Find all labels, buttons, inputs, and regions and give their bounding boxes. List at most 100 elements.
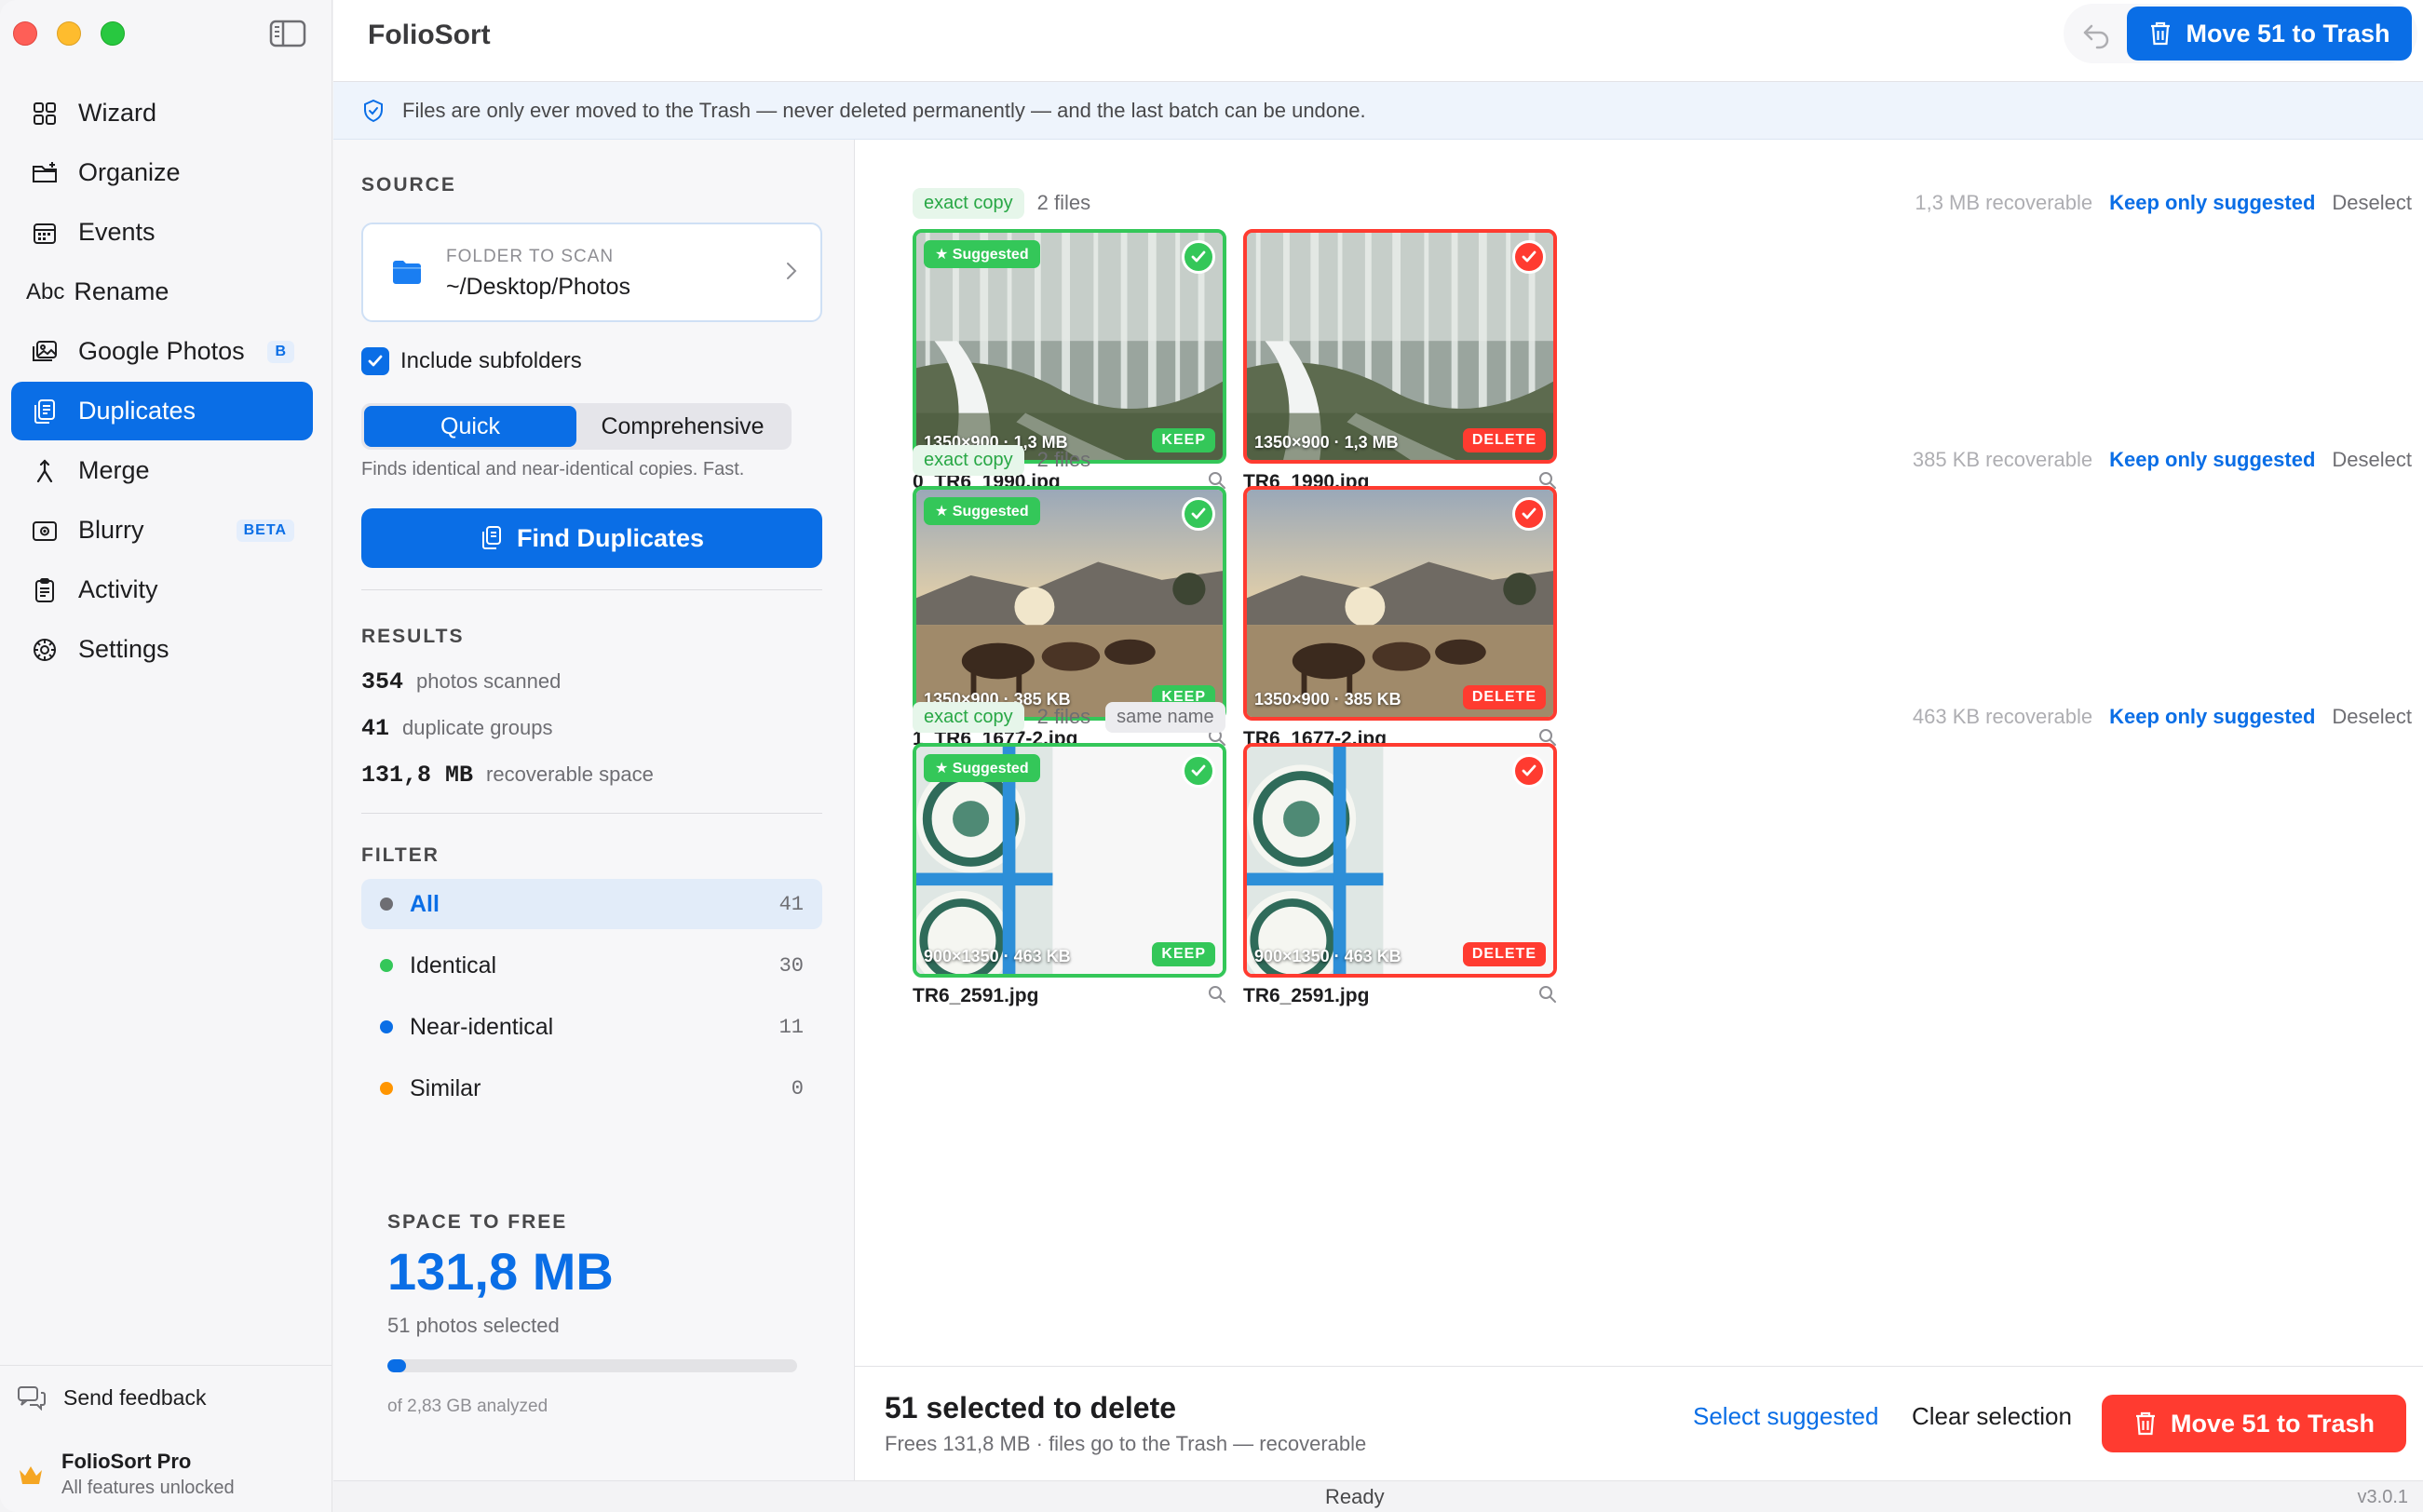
zoom-window-button[interactable] bbox=[101, 21, 125, 46]
sidebar-item-merge[interactable]: Merge bbox=[11, 441, 313, 500]
thumbnail-delete[interactable]: 1350×900 · 385 KB DELETE bbox=[1243, 486, 1557, 721]
deselect-button[interactable]: Deselect bbox=[2332, 191, 2412, 215]
sidebar-item-events[interactable]: Events bbox=[11, 203, 313, 262]
clipboard-icon bbox=[30, 575, 60, 605]
source-heading: SOURCE bbox=[361, 174, 456, 196]
sidebar-item-duplicates[interactable]: Duplicates bbox=[11, 382, 313, 440]
selected-check-icon[interactable] bbox=[1182, 497, 1215, 531]
selected-check-icon[interactable] bbox=[1182, 240, 1215, 274]
sidebar-item-blurry[interactable]: Blurry BETA bbox=[11, 501, 313, 560]
undo-icon[interactable] bbox=[2080, 19, 2112, 50]
stat-recoverable-space: 131,8 MB recoverable space bbox=[361, 762, 654, 789]
suggested-label: Suggested bbox=[952, 247, 1029, 263]
toolbar-actions: Move 51 to Trash bbox=[2064, 4, 2417, 63]
folder-add-icon bbox=[30, 158, 60, 188]
keep-only-suggested-button[interactable]: Keep only suggested bbox=[2109, 448, 2315, 472]
sidebar-item-rename[interactable]: Abc Rename bbox=[11, 263, 313, 321]
thumbnail-keep[interactable]: ★ Suggested 1350×900 · 385 KB KEEP bbox=[913, 486, 1226, 721]
sidebar-nav: Wizard Organize Events Abc Rename Google… bbox=[11, 84, 313, 680]
toolbar: FolioSort Move 51 to Trash bbox=[333, 0, 2423, 82]
shield-check-icon bbox=[364, 99, 383, 122]
image-dimensions: 900×1350 · 463 KB bbox=[1254, 947, 1401, 965]
stat-value: 354 bbox=[361, 668, 404, 695]
chevron-right-icon bbox=[787, 263, 797, 279]
filter-dot bbox=[380, 959, 393, 972]
scan-mode-segmented-control: Quick Comprehensive bbox=[361, 403, 792, 450]
info-banner: Files are only ever moved to the Trash —… bbox=[333, 82, 2423, 140]
selected-check-icon[interactable] bbox=[1182, 754, 1215, 788]
move-to-trash-bottom-button[interactable]: Move 51 to Trash bbox=[2102, 1395, 2406, 1452]
space-heading: SPACE TO FREE bbox=[387, 1211, 568, 1233]
selection-action-bar: 51 selected to delete Frees 131,8 MB · f… bbox=[855, 1366, 2423, 1480]
match-type-tag: exact copy bbox=[913, 187, 1024, 219]
sidebar-item-activity[interactable]: Activity bbox=[11, 560, 313, 619]
sidebar-item-label: Merge bbox=[78, 456, 150, 484]
keep-only-suggested-button[interactable]: Keep only suggested bbox=[2109, 705, 2315, 729]
app-title: FolioSort bbox=[368, 20, 491, 50]
sidebar-item-google-photos[interactable]: Google Photos B bbox=[11, 322, 313, 381]
keep-badge: KEEP bbox=[1152, 942, 1215, 966]
analyzed-total: of 2,83 GB analyzed bbox=[387, 1397, 548, 1416]
magnifier-icon[interactable] bbox=[1538, 985, 1557, 1004]
mode-description: Finds identical and near-identical copie… bbox=[361, 459, 745, 479]
filter-similar[interactable]: Similar 0 bbox=[361, 1063, 822, 1114]
deselect-button[interactable]: Deselect bbox=[2332, 705, 2412, 729]
photos-selected: 51 photos selected bbox=[387, 1314, 560, 1337]
thumbnail-delete[interactable]: 900×1350 · 463 KB DELETE bbox=[1243, 743, 1557, 978]
filter-identical[interactable]: Identical 30 bbox=[361, 940, 822, 991]
move-to-trash-button[interactable]: Move 51 to Trash bbox=[2127, 7, 2412, 61]
thumbnail-keep[interactable]: ★ Suggested 900×1350 · 463 KB KEEP bbox=[913, 743, 1226, 978]
mode-quick[interactable]: Quick bbox=[364, 406, 576, 447]
folder-picker[interactable]: FOLDER TO SCAN ~/Desktop/Photos bbox=[361, 223, 822, 322]
file-name: TR6_2591.jpg bbox=[913, 985, 1039, 1006]
filter-count: 11 bbox=[778, 1015, 804, 1039]
file-name: TR6_2591.jpg bbox=[1243, 985, 1370, 1006]
results-heading: RESULTS bbox=[361, 626, 465, 647]
sidebar-toggle-icon[interactable] bbox=[269, 19, 306, 48]
magnifier-icon[interactable] bbox=[1208, 985, 1226, 1004]
filter-label: Near-identical bbox=[410, 1013, 554, 1040]
include-subfolders-label: Include subfolders bbox=[400, 348, 582, 373]
duplicate-icon bbox=[30, 397, 60, 426]
send-feedback-button[interactable]: Send feedback bbox=[17, 1384, 206, 1411]
sidebar-item-label: Blurry bbox=[78, 516, 144, 544]
mode-comprehensive[interactable]: Comprehensive bbox=[576, 406, 789, 447]
match-type-tag: exact copy bbox=[913, 444, 1024, 476]
filter-near-identical[interactable]: Near-identical 11 bbox=[361, 1002, 822, 1052]
calendar-icon bbox=[30, 218, 60, 248]
sidebar-item-label: Activity bbox=[78, 575, 158, 603]
feedback-icon bbox=[18, 1386, 46, 1411]
clear-selection-button[interactable]: Clear selection bbox=[1912, 1402, 2072, 1431]
minimize-window-button[interactable] bbox=[57, 21, 81, 46]
selected-check-icon[interactable] bbox=[1512, 240, 1546, 274]
folder-icon bbox=[393, 261, 421, 284]
pro-status: FolioSort Pro All features unlocked bbox=[17, 1450, 235, 1499]
close-window-button[interactable] bbox=[13, 21, 37, 46]
thumbnail-keep[interactable]: ★ Suggested 1350×900 · 1,3 MB KEEP bbox=[913, 229, 1226, 464]
selected-check-icon[interactable] bbox=[1512, 497, 1546, 531]
duplicate-icon bbox=[481, 526, 501, 549]
sidebar-item-organize[interactable]: Organize bbox=[11, 143, 313, 202]
suggested-badge: ★ Suggested bbox=[924, 240, 1040, 268]
selected-check-icon[interactable] bbox=[1512, 754, 1546, 788]
sidebar-item-wizard[interactable]: Wizard bbox=[11, 84, 313, 142]
folder-caption: FOLDER TO SCAN bbox=[446, 247, 615, 266]
abc-icon: Abc bbox=[26, 278, 65, 304]
deselect-button[interactable]: Deselect bbox=[2332, 448, 2412, 472]
keep-only-suggested-button[interactable]: Keep only suggested bbox=[2109, 191, 2315, 215]
select-suggested-button[interactable]: Select suggested bbox=[1693, 1402, 1878, 1431]
status-text: Ready bbox=[1325, 1485, 1385, 1508]
file-count: 2 files bbox=[1036, 191, 1091, 214]
stat-duplicate-groups: 41 duplicate groups bbox=[361, 715, 552, 742]
selection-subtitle: Frees 131,8 MB · files go to the Trash —… bbox=[885, 1432, 1367, 1455]
banner-text: Files are only ever moved to the Trash —… bbox=[402, 98, 1366, 122]
filter-all[interactable]: All 41 bbox=[361, 879, 822, 929]
sidebar-item-label: Duplicates bbox=[78, 397, 196, 425]
delete-badge: DELETE bbox=[1462, 942, 1546, 966]
find-duplicates-button[interactable]: Find Duplicates bbox=[361, 508, 822, 568]
sidebar-item-settings[interactable]: Settings bbox=[11, 620, 313, 679]
thumbnail-delete[interactable]: 1350×900 · 1,3 MB DELETE bbox=[1243, 229, 1557, 464]
filter-heading: FILTER bbox=[361, 844, 440, 866]
sidebar-footer: Send feedback FolioSort Pro All features… bbox=[0, 1365, 332, 1512]
include-subfolders-checkbox[interactable]: Include subfolders bbox=[361, 347, 582, 375]
